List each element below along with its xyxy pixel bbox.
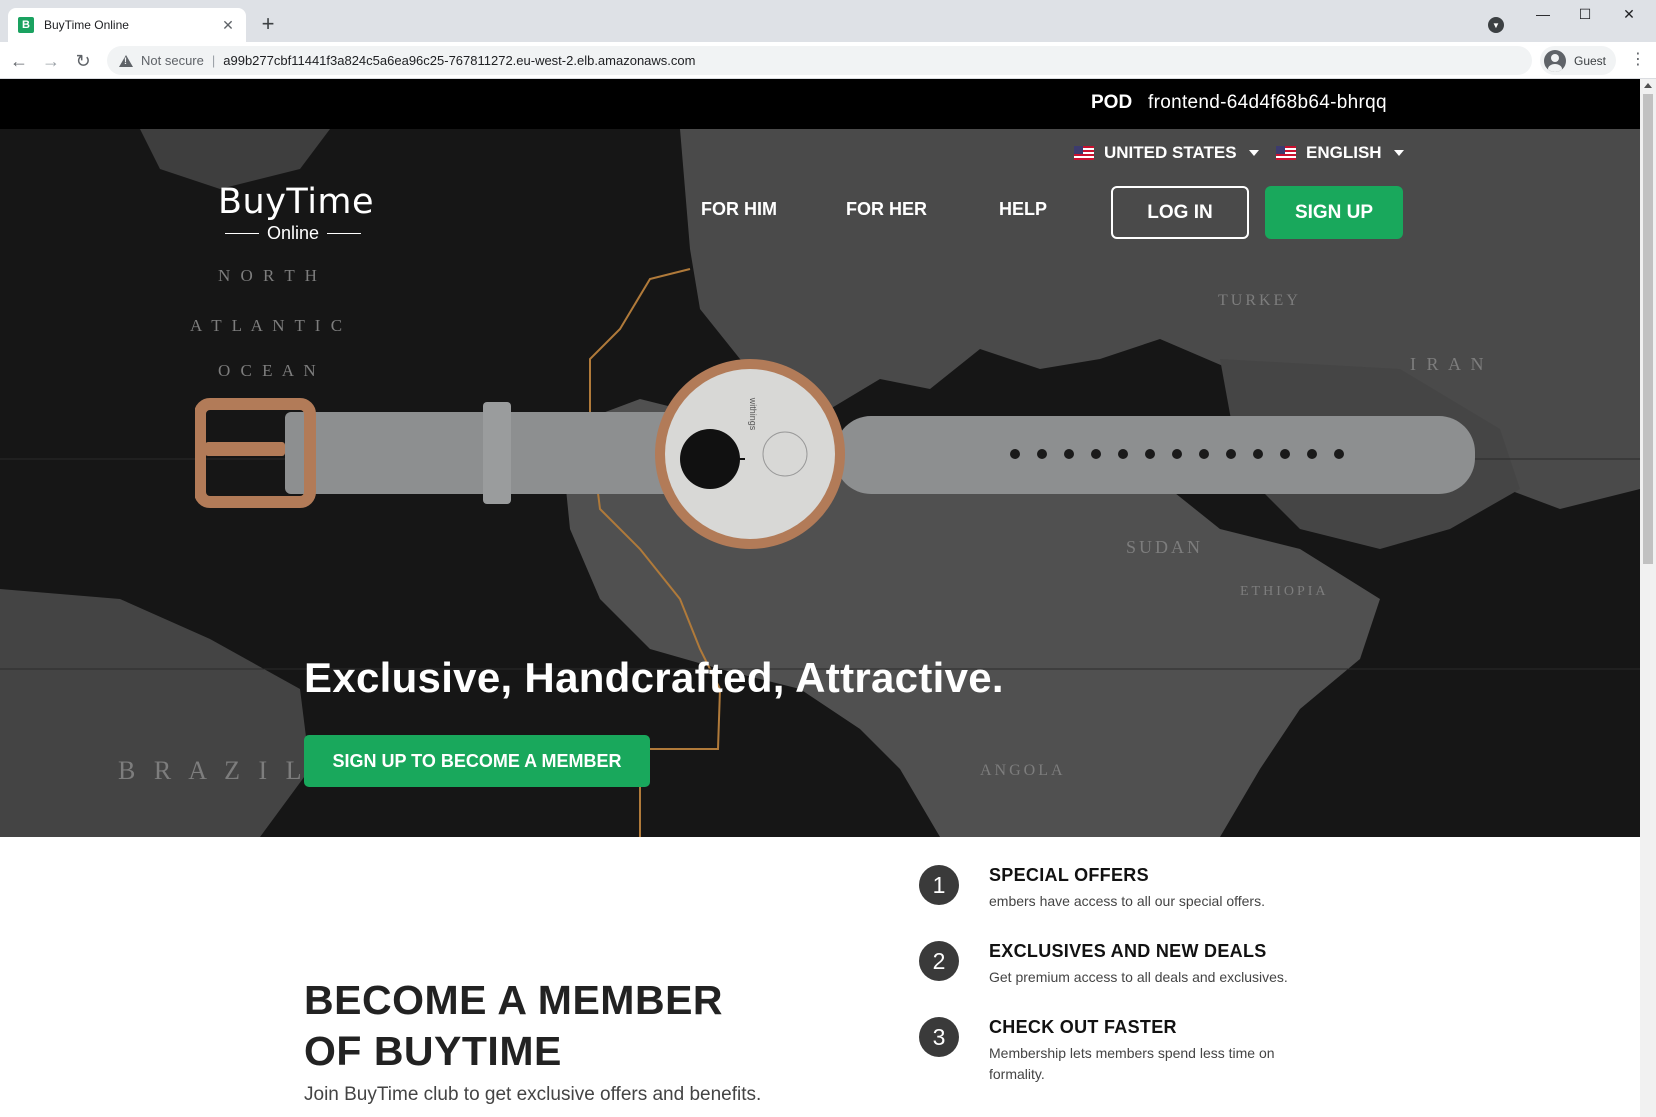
favicon-icon: B [18, 17, 34, 33]
us-flag-icon [1074, 146, 1094, 160]
country-selector[interactable]: UNITED STATES [1074, 143, 1259, 163]
benefit-desc: embers have access to all our special of… [989, 893, 1265, 909]
site-logo[interactable]: BuyTime Online [218, 182, 375, 244]
pod-label: POD [1091, 92, 1133, 113]
membership-subtitle: Join BuyTime club to get exclusive offer… [304, 1084, 762, 1105]
profile-button[interactable]: Guest [1540, 46, 1617, 75]
account-icon [1544, 49, 1566, 72]
close-icon[interactable]: ✕ [220, 17, 236, 34]
address-bar[interactable]: Not secure | a99b277cbf11441f3a824c5a6ea… [107, 46, 1532, 75]
nav-for-him[interactable]: FOR HIM [701, 199, 777, 220]
membership-title-line1: BECOME A MEMBER [304, 977, 724, 1023]
map-label: ETHIOPIA [1240, 584, 1329, 599]
arrow-right-icon[interactable]: → [38, 48, 64, 74]
login-button[interactable]: LOG IN [1111, 186, 1249, 239]
logo-line [224, 233, 259, 234]
warning-icon [119, 54, 133, 67]
map-label: N O R T H [218, 266, 320, 285]
language-label: ENGLISH [1306, 143, 1382, 162]
become-member-button[interactable]: SIGN UP TO BECOME A MEMBER [304, 735, 650, 787]
nav-help[interactable]: HELP [999, 199, 1047, 220]
benefit-title: SPECIAL OFFERS [989, 865, 1149, 885]
security-label[interactable]: Not secure [141, 53, 204, 68]
window-close-icon[interactable]: ✕ [1614, 6, 1644, 23]
membership-title-line2: OF BUYTIME [304, 1028, 562, 1074]
benefit-desc: Membership lets members spend less time … [989, 1045, 1275, 1082]
logo-line [327, 233, 362, 234]
url-text[interactable]: a99b277cbf11441f3a824c5a6ea96c25-7678112… [223, 53, 695, 68]
minimize-icon[interactable]: — [1528, 6, 1558, 22]
plus-icon[interactable]: + [256, 12, 280, 36]
membership-title: BECOME A MEMBER OF BUYTIME [304, 975, 824, 1077]
language-selector[interactable]: ENGLISH [1276, 143, 1404, 163]
kebab-menu-icon[interactable]: ⋮ [1630, 52, 1646, 68]
page-scrollbar[interactable] [1640, 79, 1656, 1117]
logo-sub-text: Online [266, 223, 320, 243]
map-label: TURKEY [1218, 292, 1301, 309]
reload-icon[interactable]: ↻ [70, 48, 96, 74]
profile-label: Guest [1574, 53, 1607, 68]
benefit-number: 2 [919, 941, 959, 981]
page-viewport: POD frontend-64d4f68b64-bhrqq N O R T H … [0, 79, 1640, 1117]
browser-tabstrip: B BuyTime Online ✕ + ▼ — ☐ ✕ [0, 0, 1656, 42]
browser-tab[interactable]: B BuyTime Online ✕ [8, 8, 246, 42]
us-flag-icon [1276, 146, 1296, 160]
tab-search-icon[interactable]: ▼ [1488, 17, 1504, 33]
map-label: A T L A N T I C [190, 316, 346, 335]
pod-bar: POD frontend-64d4f68b64-bhrqq [0, 79, 1640, 129]
benefit-title: CHECK OUT FASTER [989, 1017, 1177, 1037]
hero-title: Exclusive, Handcrafted, Attractive. [304, 654, 1004, 701]
arrow-left-icon[interactable]: ← [6, 48, 32, 74]
hero-section: N O R T H A T L A N T I C O C E A N B R … [0, 129, 1640, 837]
tab-title: BuyTime Online [44, 18, 129, 32]
benefit-title: EXCLUSIVES AND NEW DEALS [989, 941, 1267, 961]
scroll-thumb[interactable] [1643, 94, 1653, 564]
watch-brand: withings [748, 397, 758, 431]
browser-toolbar: ← → ↻ Not secure | a99b277cbf11441f3a824… [0, 42, 1656, 79]
map-label: ANGOLA [980, 762, 1066, 779]
signup-button[interactable]: SIGN UP [1265, 186, 1403, 239]
map-label: B R A Z I L [118, 756, 308, 785]
country-label: UNITED STATES [1104, 143, 1237, 162]
benefit-desc: Get premium access to all deals and excl… [989, 969, 1288, 985]
watch-image: withings [195, 359, 1475, 549]
caret-down-icon [1248, 150, 1259, 156]
omnibox-divider: | [211, 53, 216, 68]
caret-down-icon [1393, 150, 1404, 156]
benefit-number: 1 [919, 865, 959, 905]
benefit-number: 3 [919, 1017, 959, 1057]
pod-value: frontend-64d4f68b64-bhrqq [1148, 92, 1387, 113]
nav-for-her[interactable]: FOR HER [846, 199, 927, 220]
logo-subtitle: Online [218, 223, 368, 244]
maximize-icon[interactable]: ☐ [1570, 6, 1600, 23]
scroll-up-icon[interactable] [1644, 83, 1652, 88]
logo-main: BuyTime [218, 182, 375, 222]
